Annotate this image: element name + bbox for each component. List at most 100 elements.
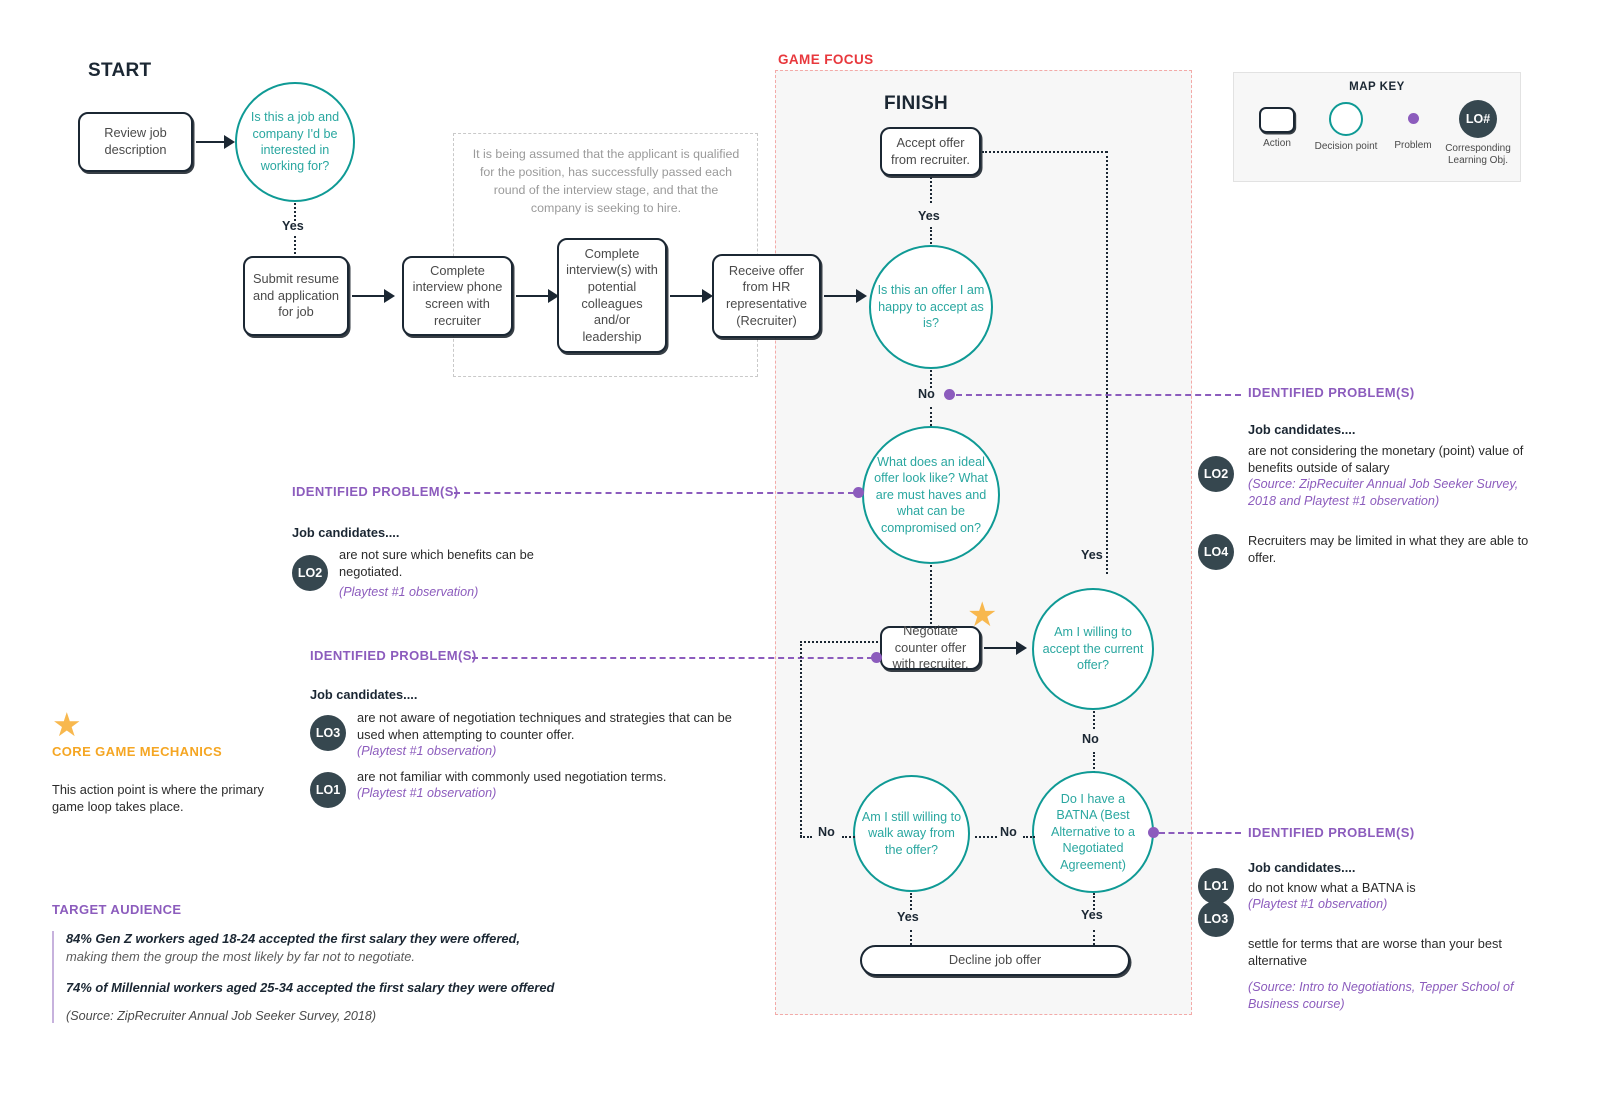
node-negotiate-counter-offer[interactable]: Negotiate counter offer with recruiter. xyxy=(880,623,981,671)
problem-dot-batna[interactable] xyxy=(1148,827,1159,838)
problem-source: (Source: ZipRecuiter Annual Job Seeker S… xyxy=(1248,477,1519,508)
core-game-mechanics-title: CORE GAME MECHANICS xyxy=(52,744,223,759)
problem-item: LO1 are not familiar with commonly used … xyxy=(310,768,760,808)
problem-dot-ideal-offer[interactable] xyxy=(853,487,864,498)
arrowhead-icon xyxy=(384,289,395,303)
edge-label-yes-walkaway: Yes xyxy=(897,910,919,924)
game-focus-label: GAME FOCUS xyxy=(778,52,874,67)
problem-subheading: Job candidates.... xyxy=(310,687,418,702)
connector-accept-right xyxy=(982,151,1107,153)
connector-walkaway-no xyxy=(842,836,855,838)
map-key-label-action: Action xyxy=(1263,138,1291,149)
connector-problem-right-lower xyxy=(1159,832,1241,834)
connector-loopback-into-negotiate xyxy=(800,641,882,643)
connector-interviews-to-offer xyxy=(670,295,703,297)
finish-label: FINISH xyxy=(884,93,949,114)
learning-objective-badge: LO3 xyxy=(1198,900,1234,937)
problem-text: are not familiar with commonly used nego… xyxy=(357,768,667,784)
edge-label-no-willing: No xyxy=(1082,732,1099,746)
node-walk-away-decision[interactable]: Am I still willing to walk away from the… xyxy=(853,775,970,892)
edge-label-yes-batna: Yes xyxy=(1081,908,1103,922)
connector-batna-no-left-a xyxy=(975,836,997,838)
connector-submit-to-phone xyxy=(352,295,385,297)
target-audience-stats: 84% Gen Z workers aged 18-24 accepted th… xyxy=(52,931,562,1023)
connector-offer-to-happy xyxy=(824,295,857,297)
connector-review-to-decision xyxy=(196,141,225,143)
problem-text: are not sure which benefits can be negot… xyxy=(339,547,534,580)
core-game-mechanics-block: ★ CORE GAME MECHANICS This action point … xyxy=(52,708,267,816)
connector-problem-right-upper xyxy=(956,394,1241,396)
connector-willing-no-b xyxy=(1093,752,1095,773)
node-willing-accept-current-decision[interactable]: Am I willing to accept the current offer… xyxy=(1032,588,1154,710)
edge-label-no-happy: No xyxy=(918,387,935,401)
learning-objective-badge: LO2 xyxy=(1198,456,1234,492)
connector-negotiate-to-willing xyxy=(984,647,1017,649)
connector-interested-yes-b xyxy=(294,236,296,258)
node-happy-to-accept-decision[interactable]: Is this an offer I am happy to accept as… xyxy=(869,245,993,369)
connector-happy-no-a xyxy=(930,370,932,388)
star-icon: ★ xyxy=(967,596,998,634)
problem-text: Recruiters may be limited in what they a… xyxy=(1248,532,1529,565)
problem-item: LO2 are not considering the monetary (po… xyxy=(1198,442,1540,510)
problem-subheading: Job candidates.... xyxy=(1248,422,1356,437)
connector-accept-yes-a xyxy=(930,177,932,203)
problem-heading: IDENTIFIED PROBLEM(S) xyxy=(1248,385,1415,400)
problem-item: LO4 Recruiters may be limited in what th… xyxy=(1198,532,1540,570)
connector-loopback-vertical xyxy=(800,641,802,837)
problem-text: do not know what a BATNA is xyxy=(1248,880,1416,895)
node-phone-screen[interactable]: Complete interview phone screen with rec… xyxy=(402,256,513,336)
problem-subheading: Job candidates.... xyxy=(292,525,400,540)
learning-objective-badge: LO4 xyxy=(1198,533,1234,570)
node-ideal-offer-decision[interactable]: What does an ideal offer look like? What… xyxy=(862,426,1000,564)
node-decline-job-offer[interactable]: Decline job offer xyxy=(860,945,1130,976)
connector-willing-no-a xyxy=(1093,711,1095,729)
problem-block-right-lower: IDENTIFIED PROBLEM(S) LO1 Job candidates… xyxy=(1198,825,1540,1013)
connector-batna-yes-b xyxy=(1093,930,1095,945)
problem-item: LO3 are not aware of negotiation techniq… xyxy=(310,709,760,760)
map-key-item-problem: Problem xyxy=(1382,102,1444,152)
target-audience-stat-1-note: making them the group the most likely by… xyxy=(66,949,415,964)
learning-objective-badge: LO3 xyxy=(310,715,346,751)
core-game-mechanics-body: This action point is where the primary g… xyxy=(52,782,264,815)
node-batna-decision[interactable]: Do I have a BATNA (Best Alternative to a… xyxy=(1032,771,1154,893)
problem-source: (Source: Intro to Negotiations, Tepper S… xyxy=(1248,979,1514,1011)
learning-objective-badge: LO1 xyxy=(310,771,346,808)
map-key-label-decision: Decision point xyxy=(1314,141,1378,152)
action-shape-icon xyxy=(1259,107,1295,133)
node-interested-decision[interactable]: Is this a job and company I'd be interes… xyxy=(235,82,355,202)
node-review-job-description[interactable]: Review job description xyxy=(78,112,193,172)
connector-batna-no-left-b xyxy=(1023,836,1035,838)
problem-heading: IDENTIFIED PROBLEM(S) xyxy=(292,484,459,499)
problem-subheading: Job candidates.... xyxy=(1248,860,1356,875)
edge-label-no-walkaway: No xyxy=(818,825,835,839)
star-icon: ★ xyxy=(52,706,82,743)
map-key: MAP KEY Action Decision point Problem LO… xyxy=(1233,72,1521,182)
node-interviews[interactable]: Complete interview(s) with potential col… xyxy=(557,238,667,353)
problem-heading: IDENTIFIED PROBLEM(S) xyxy=(310,648,477,663)
map-key-label-problem: Problem xyxy=(1394,140,1432,151)
problem-heading: IDENTIFIED PROBLEM(S) xyxy=(1248,825,1415,840)
start-label: START xyxy=(88,60,152,81)
map-key-title: MAP KEY xyxy=(1349,81,1405,93)
node-receive-offer[interactable]: Receive offer from HR representative (Re… xyxy=(712,254,821,338)
problem-text: are not aware of negotiation techniques … xyxy=(357,710,732,743)
edge-label-no-batna: No xyxy=(1000,825,1017,839)
problem-block-right-upper: IDENTIFIED PROBLEM(S) Job candidates....… xyxy=(1198,385,1540,570)
assumption-note: It is being assumed that the applicant i… xyxy=(472,147,740,215)
learning-objective-badge: LO2 xyxy=(292,555,328,591)
problem-text: settle for terms that are worse than you… xyxy=(1248,935,1502,968)
connector-accept-yes-b xyxy=(930,227,932,247)
problem-item: LO3 settle for terms that are worse than… xyxy=(1198,900,1540,1013)
connector-walkaway-yes-b xyxy=(910,930,912,945)
learning-objective-badge-icon: LO# xyxy=(1459,100,1497,138)
node-accept-offer[interactable]: Accept offer from recruiter. xyxy=(880,127,981,176)
problem-dot-happy[interactable] xyxy=(944,389,955,400)
target-audience-title: TARGET AUDIENCE xyxy=(52,902,182,917)
learning-objective-badge: LO1 xyxy=(1198,868,1234,904)
map-key-item-action: Action xyxy=(1246,107,1308,150)
connector-ideal-to-negotiate xyxy=(930,565,932,628)
connector-loopback-bottom xyxy=(800,836,812,838)
problem-source: (Playtest #1 observation) xyxy=(357,785,497,800)
node-submit-resume[interactable]: Submit resume and application for job xyxy=(243,256,349,336)
target-audience-stat-2: 74% of Millennial workers aged 25-34 acc… xyxy=(66,980,555,995)
